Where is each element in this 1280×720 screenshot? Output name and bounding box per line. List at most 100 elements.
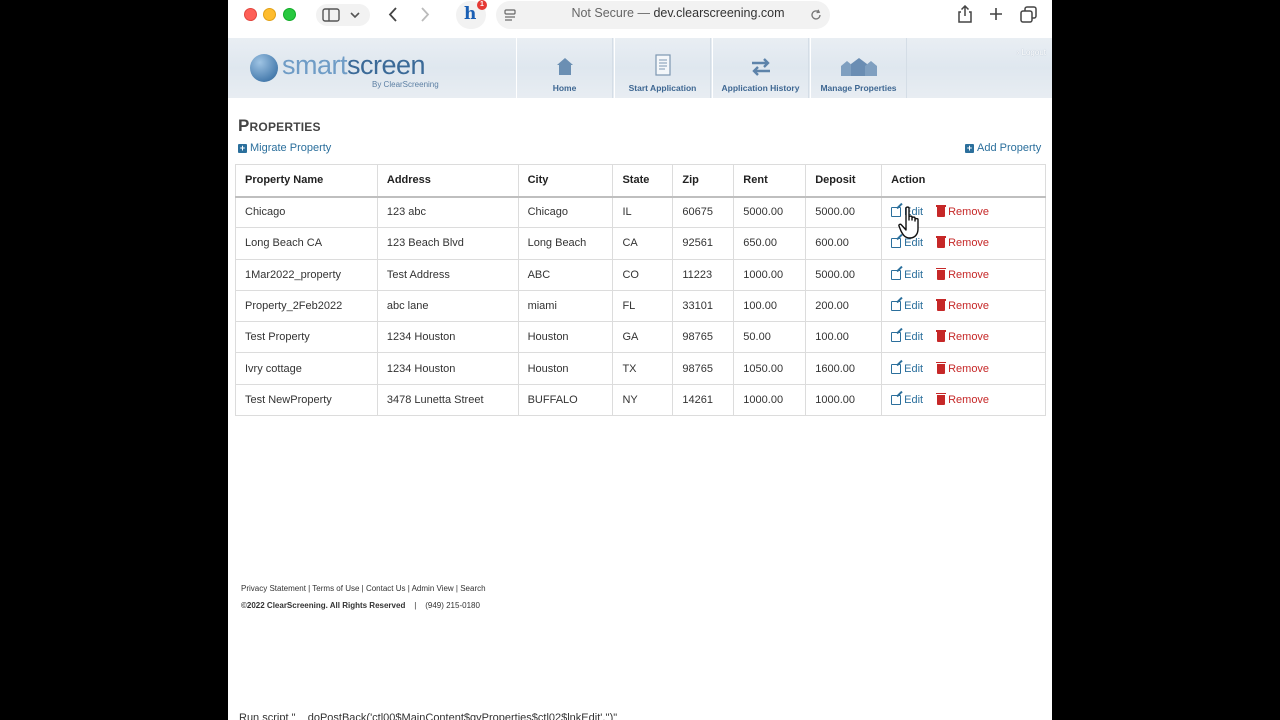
table-row: 1Mar2022_property Test Address ABC CO 11223 1… xyxy=(235,258,1046,291)
remove-button[interactable]: Remove xyxy=(936,267,989,281)
nav-home-label: Home xyxy=(552,83,577,93)
trash-icon xyxy=(936,205,947,218)
table-cell: Test Address xyxy=(376,258,519,291)
page-title: Properties xyxy=(238,116,321,135)
table-cell: Long Beach CA xyxy=(235,227,378,260)
logout-link[interactable]: › Logout xyxy=(1017,48,1046,57)
nav-home[interactable]: Home xyxy=(516,38,613,98)
remove-button[interactable]: Remove xyxy=(936,392,990,406)
footer: Privacy Statement | Terms of Use | Conta… xyxy=(241,584,486,610)
table-cell: 98765 xyxy=(672,321,735,354)
table-cell: Property_2Feb2022 xyxy=(235,289,378,323)
logo-text-light: smart xyxy=(282,50,348,80)
nav-manage-properties[interactable]: Manage Properties xyxy=(810,38,907,98)
url-host: dev.clearscreening.com xyxy=(653,6,785,20)
table-cell: Test Property xyxy=(235,321,378,354)
table-cell: 1234 Houston xyxy=(376,321,519,354)
column-header: Address xyxy=(376,164,519,198)
table-cell: 60675 xyxy=(672,195,735,229)
plus-square-icon: + xyxy=(238,142,247,153)
copyright-text: ©2022 ClearScreening. All Rights Reserve… xyxy=(241,601,406,610)
browser-window: h 1 Not Secure — dev.clearscreening.com … xyxy=(228,0,1052,720)
remove-button[interactable]: Remove xyxy=(936,205,989,218)
remove-label: Remove xyxy=(948,331,990,344)
edit-icon xyxy=(891,363,902,374)
table-cell: 1050.00 xyxy=(733,352,807,385)
trash-icon xyxy=(936,299,947,312)
table-cell: 1234 Houston xyxy=(376,352,519,385)
column-header: State xyxy=(612,164,674,198)
table-cell: 100.00 xyxy=(805,321,883,354)
edit-button[interactable]: Edit xyxy=(891,300,923,312)
page-menu-icon xyxy=(504,9,516,21)
column-header: City xyxy=(517,164,614,198)
table-row: Test Property 1234 Houston Houston GA 98765 5… xyxy=(235,321,1046,354)
table-cell: TX xyxy=(612,352,674,385)
table-cell: 33101 xyxy=(672,289,735,323)
remove-label: Remove xyxy=(948,393,990,406)
nav-start-application[interactable]: Start Application xyxy=(614,38,711,98)
table-cell: Chicago xyxy=(235,195,378,229)
table-cell: 11223 xyxy=(672,258,735,291)
add-property-link[interactable]: + Add Property xyxy=(965,142,1041,154)
edit-button[interactable]: Edit xyxy=(891,269,923,281)
action-cell: Edit Remove xyxy=(881,321,1046,354)
table-cell: 1600.00 xyxy=(805,352,883,385)
table-cell: IL xyxy=(612,195,674,229)
close-window-button[interactable] xyxy=(244,8,257,21)
table-cell: 5000.00 xyxy=(805,258,883,291)
migrate-property-link[interactable]: + Migrate Property xyxy=(238,142,331,154)
table-cell: 600.00 xyxy=(805,227,883,260)
url-text: Not Secure — dev.clearscreening.com xyxy=(528,6,828,20)
action-cell: Edit Remove xyxy=(881,289,1046,323)
back-icon[interactable] xyxy=(388,7,398,22)
table-cell: miami xyxy=(517,289,614,323)
footer-separator: | xyxy=(414,601,417,610)
forward-icon[interactable] xyxy=(420,7,430,22)
table-cell: Chicago xyxy=(517,195,614,229)
edit-button[interactable]: Edit xyxy=(891,331,923,343)
trash-icon xyxy=(936,267,947,280)
house-icon xyxy=(556,58,573,75)
table-cell: 123 Beach Blvd xyxy=(376,227,519,260)
action-cell: Edit Remove xyxy=(881,383,1046,417)
plus-square-icon: + xyxy=(965,142,974,153)
edit-button[interactable]: Edit xyxy=(891,363,923,375)
table-cell: FL xyxy=(612,289,674,323)
site-header: smartscreen By ClearScreening Home Start… xyxy=(228,38,1052,98)
zoom-window-button[interactable] xyxy=(283,8,296,21)
swap-arrows-icon xyxy=(751,58,770,76)
table-cell: 3478 Lunetta Street xyxy=(376,383,519,417)
chevron-down-icon xyxy=(350,12,360,19)
table-row: Property_2Feb2022 abc lane miami FL 33101 100… xyxy=(235,289,1046,323)
migrate-property-label: Migrate Property xyxy=(250,142,332,154)
edit-label: Edit xyxy=(904,268,924,281)
share-icon[interactable] xyxy=(957,5,973,23)
tab-overview-icon[interactable] xyxy=(1020,6,1037,23)
edit-label: Edit xyxy=(904,300,924,313)
table-row: Long Beach CA 123 Beach Blvd Long Beach CA 9… xyxy=(235,227,1046,260)
table-cell: ABC xyxy=(517,258,614,291)
remove-button[interactable]: Remove xyxy=(936,236,989,249)
remove-button[interactable]: Remove xyxy=(936,299,989,312)
action-cell: Edit Remove xyxy=(881,352,1046,385)
sidebar-toggle-button[interactable] xyxy=(316,4,370,26)
new-tab-icon[interactable] xyxy=(989,7,1003,21)
logo-mark-icon xyxy=(250,54,278,82)
minimize-window-button[interactable] xyxy=(263,8,276,21)
remove-label: Remove xyxy=(948,362,990,375)
edit-button[interactable]: Edit xyxy=(891,394,923,406)
logo-wordmark: smartscreen xyxy=(282,50,426,81)
column-header: Rent xyxy=(733,164,807,198)
table-cell: 5000.00 xyxy=(805,195,883,229)
remove-button[interactable]: Remove xyxy=(936,330,990,344)
trash-icon xyxy=(936,330,947,343)
add-property-label: Add Property xyxy=(977,142,1042,154)
column-header: Deposit xyxy=(805,164,883,198)
nav-application-history[interactable]: Application History xyxy=(712,38,809,98)
table-row: Test NewProperty 3478 Lunetta Street BUFFA… xyxy=(235,383,1046,417)
footer-links[interactable]: Privacy Statement | Terms of Use | Conta… xyxy=(241,584,486,593)
footer-copyright: ©2022 ClearScreening. All Rights Reserve… xyxy=(241,601,486,610)
edit-label: Edit xyxy=(904,331,924,344)
remove-button[interactable]: Remove xyxy=(936,361,990,375)
